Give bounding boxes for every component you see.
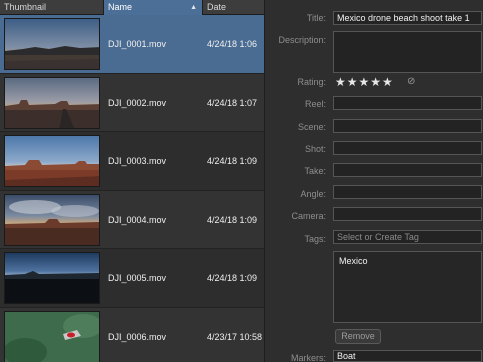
rating-label: Rating: (297, 77, 326, 87)
shot-label: Shot: (304, 144, 326, 154)
reel-label: Reel: (304, 99, 326, 109)
clip-date: 4/24/18 1:06 (207, 39, 258, 49)
tag-item[interactable]: Mexico (339, 256, 368, 266)
title-field[interactable]: Mexico drone beach shoot take 1 (333, 11, 482, 25)
clip-rows: DJI_0001.mov 4/24/18 1:06 DJI_0002.mov 4… (0, 15, 268, 362)
scene-field[interactable] (333, 119, 482, 133)
tag-input-placeholder: Select or Create Tag (337, 232, 419, 242)
description-label: Description: (278, 35, 326, 45)
clip-name: DJI_0001.mov (108, 39, 167, 49)
take-field[interactable] (333, 163, 482, 177)
metadata-inspector: Title: Mexico drone beach shoot take 1 D… (264, 0, 483, 362)
table-row[interactable]: DJI_0003.mov 4/24/18 1:09 (0, 132, 268, 191)
table-row[interactable]: DJI_0002.mov 4/24/18 1:07 (0, 73, 268, 132)
clip-name: DJI_0003.mov (108, 156, 167, 166)
remove-tag-button[interactable]: Remove (335, 329, 381, 344)
column-header-name[interactable]: Name ▲ (104, 0, 203, 15)
list-header: Thumbnail Name ▲ Date (0, 0, 268, 15)
column-header-name-label: Name (108, 2, 133, 12)
clip-name: DJI_0005.mov (108, 273, 167, 283)
clip-name: DJI_0002.mov (108, 97, 167, 108)
cloudy-desert-thumbnail (4, 193, 100, 246)
tag-list[interactable]: Mexico (333, 251, 482, 323)
column-header-date[interactable]: Date (203, 0, 268, 15)
desert-road-thumbnail (4, 76, 100, 129)
clear-rating-icon[interactable]: ⊘ (407, 76, 415, 87)
title-value: Mexico drone beach shoot take 1 (337, 13, 470, 23)
clip-name: DJI_0006.mov (108, 331, 167, 342)
table-row[interactable]: DJI_0004.mov 4/24/18 1:09 (0, 190, 268, 249)
dark-horizon-thumbnail (4, 252, 100, 304)
take-label: Take: (304, 166, 326, 176)
markers-value: Boat (337, 351, 356, 361)
clip-date: 4/24/18 1:09 (207, 214, 258, 225)
table-row[interactable]: DJI_0006.mov 4/23/17 10:58 (0, 307, 268, 362)
description-field[interactable] (333, 31, 482, 73)
clip-date: 4/24/18 1:09 (207, 156, 258, 166)
clip-date: 4/24/18 1:09 (207, 273, 258, 283)
star-rating-control[interactable]: ★★★★★ (335, 75, 394, 89)
camera-label: Camera: (291, 211, 326, 221)
markers-field[interactable]: Boat (333, 350, 482, 362)
tag-input[interactable]: Select or Create Tag (333, 230, 482, 244)
scene-label: Scene: (297, 122, 326, 132)
clip-name: DJI_0004.mov (108, 214, 167, 225)
shot-field[interactable] (333, 141, 482, 155)
angle-field[interactable] (333, 185, 482, 199)
desert-sunrise-thumbnail (4, 18, 100, 70)
clip-date: 4/24/18 1:07 (207, 97, 258, 108)
title-label: Title: (306, 13, 326, 23)
clip-list: Thumbnail Name ▲ Date DJI_0001.mov 4/24/… (0, 0, 268, 362)
sort-ascending-icon: ▲ (190, 4, 197, 11)
table-row[interactable]: DJI_0001.mov 4/24/18 1:06 (0, 15, 268, 74)
clip-date: 4/23/17 10:58 (207, 331, 263, 342)
boat-on-water-thumbnail (4, 310, 100, 362)
reel-field[interactable] (333, 96, 482, 110)
camera-field[interactable] (333, 207, 482, 221)
red-desert-mesa-thumbnail (4, 135, 100, 187)
table-row[interactable]: DJI_0005.mov 4/24/18 1:09 (0, 249, 268, 308)
column-header-thumbnail[interactable]: Thumbnail (0, 0, 104, 15)
tags-label: Tags: (304, 234, 326, 244)
angle-label: Angle: (300, 189, 326, 199)
markers-label: Markers: (290, 353, 326, 362)
